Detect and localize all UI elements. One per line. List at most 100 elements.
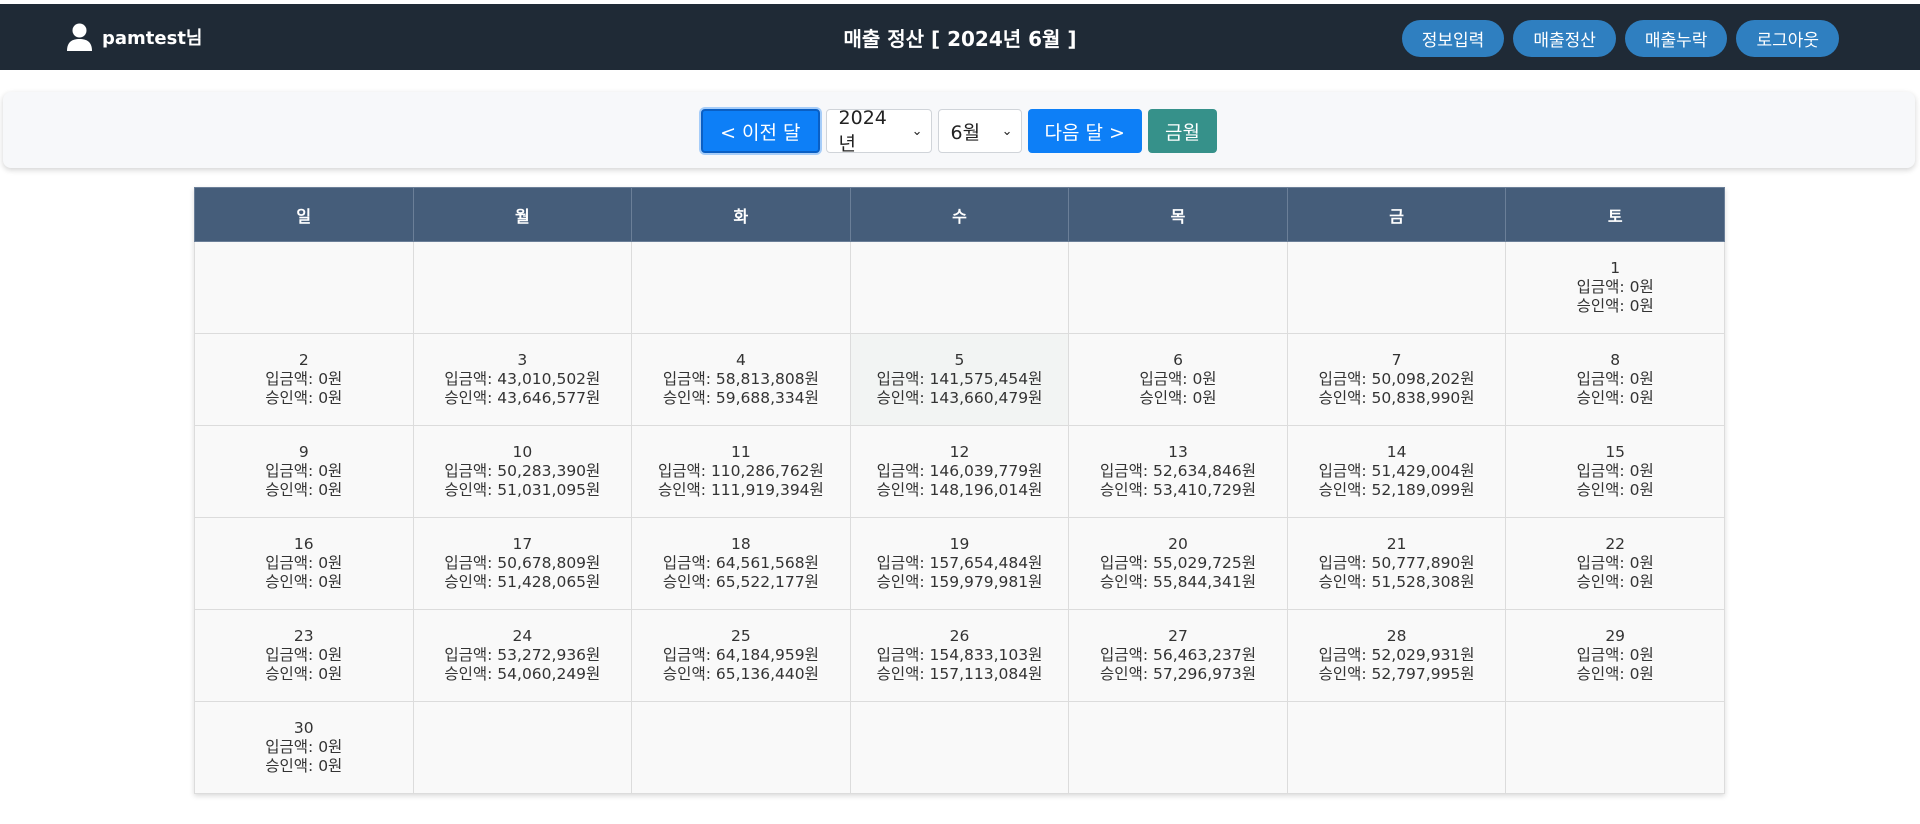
deposit-label: 입금액: (876, 646, 930, 664)
approval-amount: 승인액: 51,031,095원 (414, 481, 632, 500)
calendar-day-cell[interactable]: 7 입금액: 50,098,202원 승인액: 50,838,990원 (1286, 333, 1507, 426)
calendar-day-cell[interactable]: 19 입금액: 157,654,484원 승인액: 159,979,981원 (849, 517, 1070, 610)
approval-amount: 승인액: 0원 (195, 389, 413, 408)
month-select[interactable]: 6월 ⌄ (937, 109, 1022, 153)
day-number: 23 (293, 627, 314, 645)
month-control-panel: < 이전 달 2024년 ⌄ 6월 ⌄ 다음 달 > 금월 (3, 92, 1915, 168)
approval-label: 승인액: (1576, 389, 1630, 407)
deposit-amount: 입금액: 0원 (1506, 554, 1724, 573)
calendar-day-cell[interactable]: 22 입금액: 0원 승인액: 0원 (1505, 517, 1725, 610)
calendar-empty-cell (1286, 701, 1507, 794)
year-select[interactable]: 2024년 ⌄ (825, 107, 932, 155)
deposit-value: 43,010,502원 (497, 370, 601, 388)
approval-amount: 승인액: 51,428,065원 (414, 573, 632, 592)
approval-label: 승인액: (265, 573, 319, 591)
deposit-amount: 입금액: 50,098,202원 (1288, 370, 1506, 389)
deposit-label: 입금액: (1100, 646, 1153, 664)
approval-amount: 승인액: 159,979,981원 (851, 573, 1069, 592)
calendar-empty-cell (631, 241, 851, 334)
deposit-label: 입금액: (444, 554, 498, 572)
weekday-header: 목 (1068, 187, 1288, 242)
deposit-label: 입금액: (662, 554, 716, 572)
calendar-day-cell[interactable]: 15 입금액: 0원 승인액: 0원 (1505, 425, 1725, 518)
approval-amount: 승인액: 0원 (195, 573, 413, 592)
calendar-day-cell[interactable]: 28 입금액: 52,029,931원 승인액: 52,797,995원 (1286, 609, 1507, 702)
calendar-day-cell[interactable]: 13 입금액: 52,634,846원 승인액: 53,410,729원 (1068, 425, 1288, 518)
current-month-button[interactable]: 금월 (1147, 109, 1217, 153)
calendar-day-cell[interactable]: 27 입금액: 56,463,237원 승인액: 57,296,973원 (1068, 609, 1288, 702)
calendar-empty-cell (412, 701, 633, 794)
approval-amount: 승인액: 157,113,084원 (851, 665, 1069, 684)
calendar-empty-cell (194, 241, 414, 334)
nav-sales-missing-button[interactable]: 매출누락 (1624, 20, 1728, 57)
deposit-amount: 입금액: 0원 (195, 462, 413, 481)
approval-value: 111,919,394원 (710, 481, 824, 499)
deposit-amount: 입금액: 0원 (1506, 646, 1724, 665)
calendar-day-cell[interactable]: 12 입금액: 146,039,779원 승인액: 148,196,014원 (849, 425, 1070, 518)
deposit-amount: 입금액: 52,634,846원 (1069, 462, 1287, 481)
approval-value: 51,428,065원 (497, 573, 601, 591)
day-number: 3 (517, 351, 528, 369)
nav-logout-button[interactable]: 로그아웃 (1736, 20, 1839, 57)
calendar-day-cell[interactable]: 5 입금액: 141,575,454원 승인액: 143,660,479원 (849, 333, 1070, 426)
calendar-day-cell[interactable]: 8 입금액: 0원 승인액: 0원 (1505, 333, 1725, 426)
calendar-day-cell[interactable]: 24 입금액: 53,272,936원 승인액: 54,060,249원 (412, 609, 633, 702)
calendar-day-cell[interactable]: 30 입금액: 0원 승인액: 0원 (194, 701, 414, 794)
approval-value: 57,296,973원 (1152, 665, 1256, 683)
calendar-day-cell[interactable]: 2 입금액: 0원 승인액: 0원 (194, 333, 414, 426)
approval-amount: 승인액: 0원 (195, 481, 413, 500)
calendar-empty-cell (1068, 701, 1288, 794)
calendar-day-cell[interactable]: 14 입금액: 51,429,004원 승인액: 52,189,099원 (1286, 425, 1507, 518)
weekday-header-row: 일 월 화 수 목 금 토 (194, 187, 1725, 242)
deposit-value: 52,029,931원 (1371, 646, 1475, 664)
approval-value: 0원 (1629, 665, 1654, 683)
calendar-day-cell[interactable]: 20 입금액: 55,029,725원 승인액: 55,844,341원 (1068, 517, 1288, 610)
deposit-value: 50,678,809원 (497, 554, 601, 572)
deposit-label: 입금액: (662, 646, 716, 664)
weekday-header: 금 (1286, 187, 1507, 242)
day-number: 17 (512, 535, 533, 553)
calendar-day-cell[interactable]: 23 입금액: 0원 승인액: 0원 (194, 609, 414, 702)
approval-amount: 승인액: 53,410,729원 (1069, 481, 1287, 500)
chevron-down-icon: ⌄ (911, 123, 923, 139)
calendar-day-cell[interactable]: 3 입금액: 43,010,502원 승인액: 43,646,577원 (412, 333, 633, 426)
approval-label: 승인액: (444, 665, 498, 683)
calendar-day-cell[interactable]: 10 입금액: 50,283,390원 승인액: 51,031,095원 (412, 425, 633, 518)
approval-label: 승인액: (265, 481, 319, 499)
calendar-day-cell[interactable]: 1 입금액: 0원 승인액: 0원 (1505, 241, 1725, 334)
calendar-day-cell[interactable]: 26 입금액: 154,833,103원 승인액: 157,113,084원 (849, 609, 1070, 702)
approval-amount: 승인액: 0원 (1506, 481, 1724, 500)
day-number: 24 (512, 627, 533, 645)
approval-label: 승인액: (876, 481, 930, 499)
calendar-day-cell[interactable]: 11 입금액: 110,286,762원 승인액: 111,919,394원 (631, 425, 851, 518)
user-name: pamtest님 (102, 28, 203, 49)
day-number: 13 (1168, 443, 1188, 461)
calendar-day-cell[interactable]: 18 입금액: 64,561,568원 승인액: 65,522,177원 (631, 517, 851, 610)
deposit-amount: 입금액: 64,184,959원 (632, 646, 850, 665)
nav-info-input-button[interactable]: 정보입력 (1401, 20, 1505, 57)
calendar-day-cell[interactable]: 17 입금액: 50,678,809원 승인액: 51,428,065원 (412, 517, 633, 610)
deposit-amount: 입금액: 52,029,931원 (1288, 646, 1506, 665)
approval-value: 65,522,177원 (715, 573, 819, 591)
calendar-day-cell[interactable]: 6 입금액: 0원 승인액: 0원 (1068, 333, 1288, 426)
approval-label: 승인액: (1318, 665, 1372, 683)
day-number: 16 (293, 535, 314, 553)
deposit-label: 입금액: (658, 462, 711, 480)
calendar-day-cell[interactable]: 25 입금액: 64,184,959원 승인액: 65,136,440원 (631, 609, 851, 702)
calendar-day-cell[interactable]: 16 입금액: 0원 승인액: 0원 (194, 517, 414, 610)
day-number: 19 (949, 535, 970, 553)
deposit-label: 입금액: (265, 370, 319, 388)
next-month-button[interactable]: 다음 달 > (1027, 109, 1142, 153)
prev-month-button[interactable]: < 이전 달 (701, 109, 820, 153)
deposit-amount: 입금액: 0원 (195, 554, 413, 573)
approval-label: 승인액: (265, 665, 319, 683)
calendar-day-cell[interactable]: 21 입금액: 50,777,890원 승인액: 51,528,308원 (1286, 517, 1507, 610)
deposit-amount: 입금액: 141,575,454원 (851, 370, 1069, 389)
calendar-day-cell[interactable]: 29 입금액: 0원 승인액: 0원 (1505, 609, 1725, 702)
nav-sales-settlement-button[interactable]: 매출정산 (1513, 20, 1616, 57)
calendar-day-cell[interactable]: 4 입금액: 58,813,808원 승인액: 59,688,334원 (631, 333, 851, 426)
approval-label: 승인액: (662, 665, 716, 683)
approval-value: 59,688,334원 (715, 389, 819, 407)
deposit-amount: 입금액: 55,029,725원 (1069, 554, 1287, 573)
calendar-day-cell[interactable]: 9 입금액: 0원 승인액: 0원 (194, 425, 414, 518)
